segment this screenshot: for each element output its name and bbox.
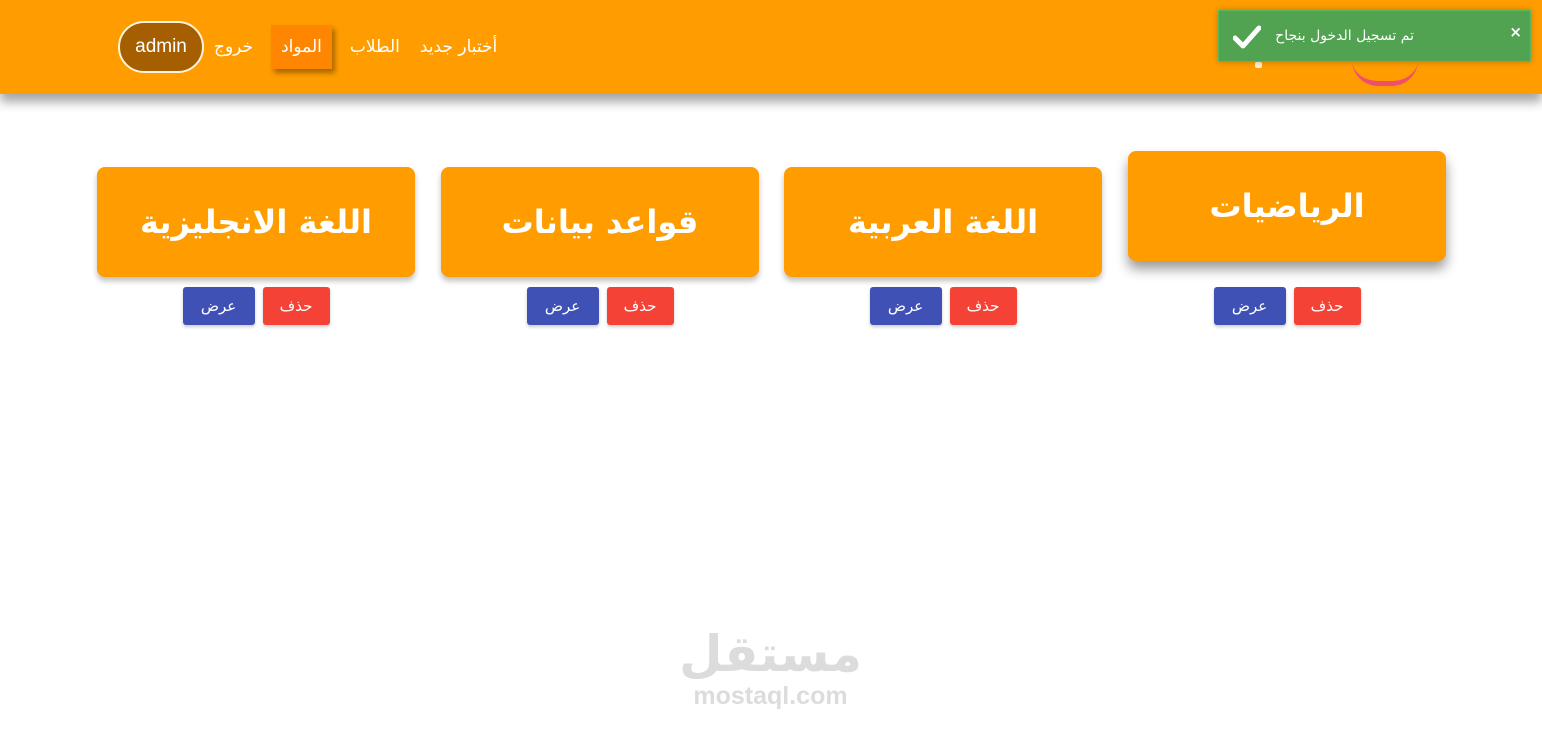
subject-card[interactable]: اللغة الانجليزية [97, 167, 415, 277]
show-button[interactable]: عرض [1213, 287, 1286, 325]
nav-students[interactable]: الطلاب [340, 25, 410, 69]
user-menu-button[interactable]: admin [118, 21, 204, 73]
subject-card-column: الرياضيات عرض حذف [1128, 150, 1446, 330]
toast-close-button[interactable]: × [1509, 23, 1522, 41]
site-logo[interactable] [1352, 60, 1418, 86]
show-button[interactable]: عرض [182, 287, 255, 325]
watermark: مستقل mostaql.com [677, 626, 864, 716]
delete-button[interactable]: حذف [606, 287, 674, 325]
delete-button[interactable]: حذف [262, 287, 330, 325]
logo-fragment [1255, 62, 1262, 68]
main-nav: admin خروج المواد الطلاب أختبار جديد [118, 21, 507, 73]
delete-button[interactable]: حذف [949, 287, 1017, 325]
show-button[interactable]: عرض [526, 287, 599, 325]
subject-card[interactable]: الرياضيات [1128, 151, 1446, 261]
watermark-arabic: مستقل [679, 625, 862, 683]
subject-actions: عرض حذف [441, 287, 759, 325]
delete-button[interactable]: حذف [1293, 287, 1361, 325]
success-toast: تم تسجيل الدخول بنجاح × [1218, 10, 1531, 62]
subject-actions: عرض حذف [1128, 287, 1446, 325]
show-button[interactable]: عرض [869, 287, 942, 325]
subject-card[interactable]: اللغة العربية [784, 167, 1102, 277]
nav-subjects[interactable]: المواد [271, 25, 332, 69]
subject-actions: عرض حذف [784, 287, 1102, 325]
subjects-grid: اللغة الانجليزية عرض حذف قواعد بيانات عر… [97, 150, 1447, 330]
nav-new-exam[interactable]: أختبار جديد [410, 25, 507, 69]
check-icon [1233, 25, 1261, 49]
watermark-latin: mostaql.com [693, 682, 848, 710]
subject-card-column: اللغة الانجليزية عرض حذف [97, 150, 415, 330]
subject-actions: عرض حذف [97, 287, 415, 325]
subject-card-column: اللغة العربية عرض حذف [784, 150, 1102, 330]
subject-card[interactable]: قواعد بيانات [441, 167, 759, 277]
toast-message: تم تسجيل الدخول بنجاح [1275, 28, 1414, 44]
subject-card-column: قواعد بيانات عرض حذف [441, 150, 759, 330]
logout-link[interactable]: خروج [204, 25, 263, 69]
